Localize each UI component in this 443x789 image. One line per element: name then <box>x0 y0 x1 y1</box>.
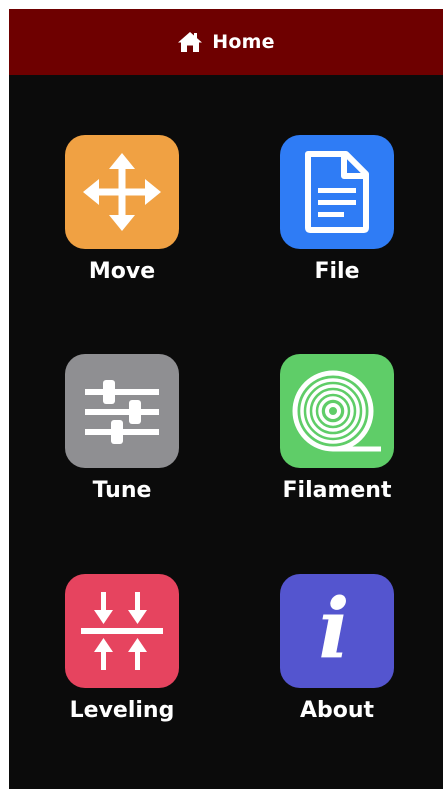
leveling-label: Leveling <box>69 698 175 723</box>
move-tile <box>65 135 179 249</box>
leveling-button[interactable]: Leveling <box>27 574 217 754</box>
filament-spool-icon <box>292 370 381 452</box>
tune-button[interactable]: Tune <box>27 354 217 534</box>
title-group: Home <box>177 31 275 53</box>
file-label: File <box>314 259 360 284</box>
home-icon <box>177 31 203 53</box>
home-screen: Home Move File Tune Filament Leveling i … <box>9 9 443 789</box>
filament-label: Filament <box>282 478 392 503</box>
about-label: About <box>299 698 375 723</box>
move-arrows-icon <box>83 153 161 231</box>
move-button[interactable]: Move <box>27 135 217 315</box>
leveling-icon <box>81 592 163 670</box>
page-title: Home <box>212 31 275 53</box>
tune-label: Tune <box>92 478 152 503</box>
file-button[interactable]: File <box>242 135 432 315</box>
file-tile <box>280 135 394 249</box>
move-label: Move <box>88 259 156 284</box>
sliders-icon <box>85 380 159 444</box>
leveling-tile <box>65 574 179 688</box>
title-bar: Home <box>9 9 443 75</box>
about-tile: i <box>280 574 394 688</box>
tune-tile <box>65 354 179 468</box>
filament-tile <box>280 354 394 468</box>
document-icon <box>305 151 369 233</box>
info-icon: i <box>318 581 350 677</box>
filament-button[interactable]: Filament <box>242 354 432 534</box>
about-button[interactable]: i About <box>242 574 432 754</box>
